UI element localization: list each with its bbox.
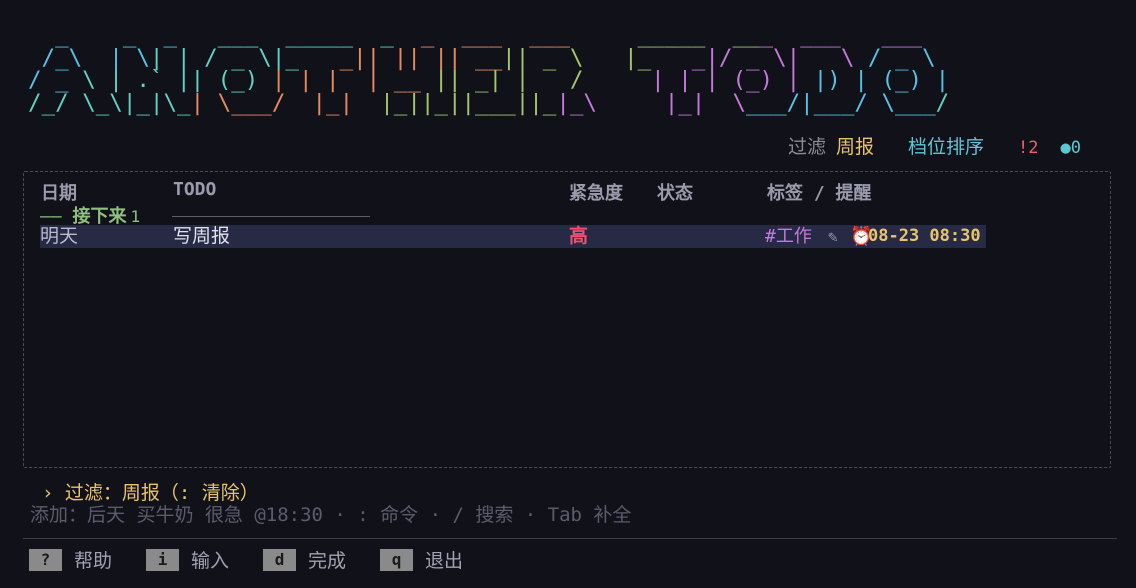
key-quit[interactable]: q 退出 — [380, 546, 463, 573]
keybinding-bar: ? 帮助 i 输入 d 完成 q 退出 — [29, 546, 497, 573]
status-bar: 过滤 周报 档位排序 !2 ●0 — [788, 132, 1081, 159]
banner-line: / _ \ | .` || (_) | | | | __ || _| | / |… — [28, 67, 950, 93]
key-help[interactable]: ? 帮助 — [29, 546, 112, 573]
column-header-urgency: 紧急度 — [569, 183, 623, 204]
group-count: 1 — [130, 207, 141, 226]
group-divider — [172, 216, 370, 217]
command-input[interactable]: 添加：后天 买牛奶 很急 @18:30 · : 命令 · / 搜索 · Tab … — [30, 500, 631, 527]
footer-divider — [23, 538, 1117, 539]
key-label: 退出 — [425, 550, 464, 572]
group-label: 接下来 — [72, 206, 127, 227]
filter-label: 过滤 — [788, 136, 827, 158]
key-label: 完成 — [308, 550, 347, 572]
row-reminder-time: 08-23 08:30 — [868, 226, 981, 246]
row-todo-text: 写周报 — [173, 225, 231, 247]
banner-line: _ _ _ ___ _____ _ _ ___ ___ _____ ___ __… — [55, 22, 923, 48]
todo-list-panel: 日期 TODO 紧急度 状态 标签 / 提醒 —— 接下来 1 明天 写周报 高 … — [23, 171, 1111, 468]
pencil-icon: ✎ — [828, 227, 838, 246]
banner-line: /_\ | \| | / _ \|_ _|| || || __|| _ \ |_… — [41, 44, 936, 71]
key-label: 帮助 — [74, 550, 113, 572]
urgent-count-badge: !2 — [1018, 138, 1039, 158]
group-dash: —— — [40, 206, 73, 227]
key-done[interactable]: d 完成 — [263, 546, 346, 573]
key-label: 输入 — [191, 550, 230, 572]
key-cap: ? — [29, 548, 62, 571]
app-logo-banner: _ _ _ ___ _____ _ _ ___ ___ _____ ___ __… — [28, 24, 963, 114]
key-cap: q — [380, 548, 414, 571]
key-cap: d — [263, 548, 297, 571]
done-count-badge: ●0 — [1060, 138, 1082, 158]
row-date: 明天 — [40, 225, 79, 247]
column-header-state: 状态 — [657, 183, 693, 204]
column-header-todo: TODO — [173, 179, 217, 200]
banner-line: /_/ \_\|_|\_| \___/ |_| |_||_||___||_|_\… — [28, 89, 950, 116]
sort-mode: 档位排序 — [908, 136, 985, 158]
row-urgency: 高 — [569, 225, 589, 247]
key-cap: i — [146, 548, 180, 571]
filter-value: 周报 — [836, 136, 875, 158]
row-tag: #工作 — [765, 226, 812, 247]
key-input[interactable]: i 输入 — [146, 546, 229, 573]
column-header-tags: 标签 / 提醒 — [767, 183, 872, 204]
table-row[interactable]: 明天 写周报 高 #工作 ✎ ⏰ 08-23 08:30 — [40, 225, 986, 248]
